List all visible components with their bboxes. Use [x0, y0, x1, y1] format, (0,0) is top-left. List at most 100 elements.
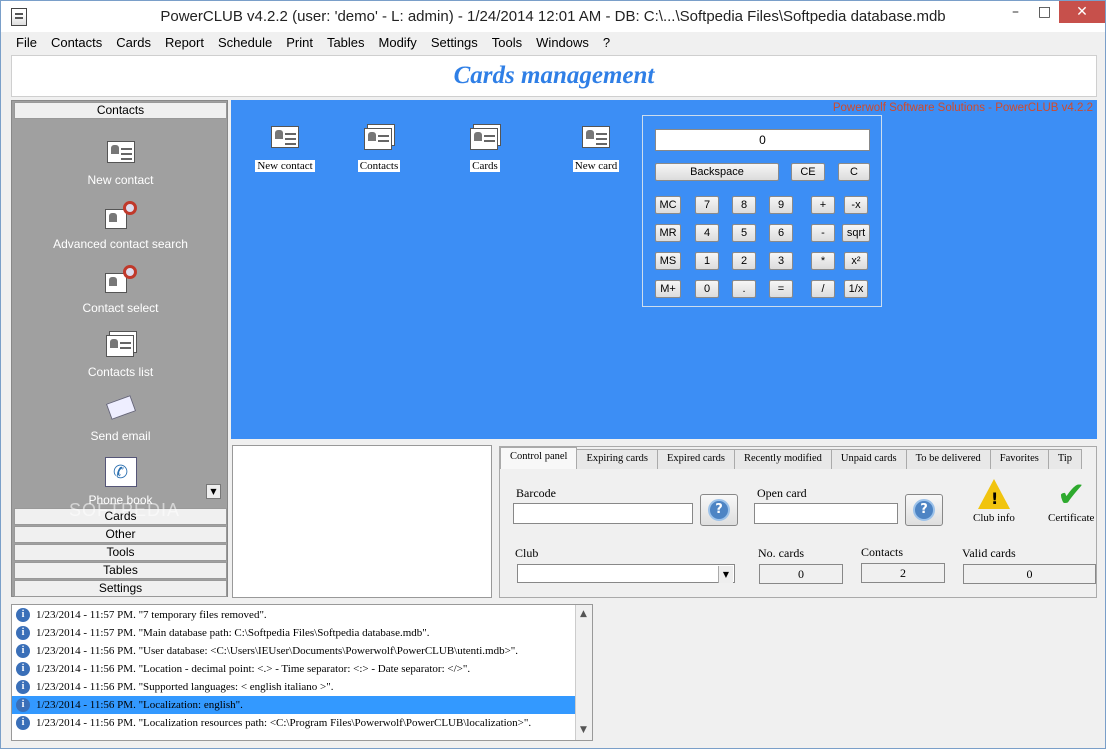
calc-5-button[interactable]: 5 [732, 224, 756, 242]
tab-tip[interactable]: Tip [1047, 449, 1083, 469]
event-log[interactable]: i 1/23/2014 - 11:57 PM. "7 temporary fil… [11, 604, 593, 741]
menu-file[interactable]: File [9, 35, 44, 50]
shortcut-cards[interactable]: Cards [440, 122, 530, 172]
menu-print[interactable]: Print [279, 35, 320, 50]
calc-7-button[interactable]: 7 [695, 196, 719, 214]
calc-ms-button[interactable]: MS [655, 252, 681, 270]
open-card-help-button[interactable]: ? [905, 494, 943, 526]
calc-0-button[interactable]: 0 [695, 280, 719, 298]
calc-mplus-button[interactable]: M+ [655, 280, 681, 298]
no-cards-label: No. cards [758, 546, 804, 560]
tab-to-be-delivered[interactable]: To be delivered [905, 449, 991, 469]
title-bar: PowerCLUB v4.2.2 (user: 'demo' - L: admi… [1, 1, 1105, 32]
sidebar-item-contacts-list[interactable]: Contacts list [12, 329, 229, 379]
phone-book-icon: ✆ [104, 457, 137, 487]
calc-8-button[interactable]: 8 [732, 196, 756, 214]
open-card-label: Open card [757, 486, 807, 500]
window-title: PowerCLUB v4.2.2 (user: 'demo' - L: admi… [160, 8, 946, 25]
shortcut-new-card[interactable]: New card [551, 122, 641, 172]
sidebar-item-contact-select[interactable]: Contact select [12, 265, 229, 315]
barcode-input[interactable] [513, 503, 693, 524]
calc-divide-button[interactable]: / [811, 280, 835, 298]
tab-recently-modified[interactable]: Recently modified [734, 449, 832, 469]
menu-tools[interactable]: Tools [485, 35, 529, 50]
menu-schedule[interactable]: Schedule [211, 35, 279, 50]
sidebar-group-settings[interactable]: Settings [14, 580, 227, 597]
log-row[interactable]: i 1/23/2014 - 11:56 PM. "Supported langu… [12, 678, 576, 696]
calc-1-button[interactable]: 1 [695, 252, 719, 270]
calc-sqrt-button[interactable]: sqrt [842, 224, 870, 242]
tab-control-panel[interactable]: Control panel [500, 447, 578, 469]
log-row[interactable]: i 1/23/2014 - 11:56 PM. "User database: … [12, 642, 576, 660]
sidebar-item-label: Advanced contact search [53, 237, 188, 251]
calc-6-button[interactable]: 6 [769, 224, 793, 242]
menu-modify[interactable]: Modify [372, 35, 424, 50]
sidebar: Contacts New contact Advanced contact se… [11, 100, 228, 597]
menu-windows[interactable]: Windows [529, 35, 596, 50]
sidebar-item-new-contact[interactable]: New contact [12, 137, 229, 187]
menu-tables[interactable]: Tables [320, 35, 372, 50]
calc-mc-button[interactable]: MC [655, 196, 681, 214]
club-select[interactable]: ▼ [517, 564, 735, 583]
sidebar-group-other[interactable]: Other [14, 526, 227, 543]
shortcut-contacts[interactable]: Contacts [334, 122, 424, 172]
menu-help[interactable]: ? [596, 35, 617, 50]
menu-cards[interactable]: Cards [109, 35, 158, 50]
sidebar-group-tables[interactable]: Tables [14, 562, 227, 579]
info-icon: i [16, 608, 30, 622]
calc-backspace-button[interactable]: Backspace [655, 163, 779, 181]
calc-reciprocal-button[interactable]: 1/x [844, 280, 868, 298]
close-button[interactable]: ✕ [1059, 1, 1105, 23]
log-scrollbar[interactable]: ▲ ▼ [575, 605, 592, 740]
calc-9-button[interactable]: 9 [769, 196, 793, 214]
calc-decimal-button[interactable]: . [732, 280, 756, 298]
sidebar-group-tools[interactable]: Tools [14, 544, 227, 561]
calc-multiply-button[interactable]: * [811, 252, 835, 270]
info-icon: i [16, 698, 30, 712]
log-text: 1/23/2014 - 11:56 PM. "User database: <C… [36, 645, 519, 657]
scroll-down-icon[interactable]: ▼ [580, 725, 587, 735]
contact-card-icon [269, 122, 301, 152]
log-row[interactable]: i 1/23/2014 - 11:57 PM. "Main database p… [12, 624, 576, 642]
calc-c-button[interactable]: C [838, 163, 870, 181]
open-card-input[interactable] [754, 503, 898, 524]
menu-report[interactable]: Report [158, 35, 211, 50]
chevron-down-icon[interactable]: ▼ [718, 566, 733, 583]
log-row[interactable]: i 1/23/2014 - 11:56 PM. "Location - deci… [12, 660, 576, 678]
barcode-help-button[interactable]: ? [700, 494, 738, 526]
calc-ce-button[interactable]: CE [791, 163, 825, 181]
sidebar-item-send-email[interactable]: Send email [12, 393, 229, 443]
menu-settings[interactable]: Settings [424, 35, 485, 50]
log-row[interactable]: i 1/23/2014 - 11:56 PM. "Localization re… [12, 714, 576, 732]
minimize-button[interactable]: – [1001, 1, 1030, 23]
calc-4-button[interactable]: 4 [695, 224, 719, 242]
scroll-up-icon[interactable]: ▲ [580, 609, 587, 619]
menu-contacts[interactable]: Contacts [44, 35, 109, 50]
tab-favorites[interactable]: Favorites [989, 449, 1049, 469]
calc-square-button[interactable]: x² [844, 252, 868, 270]
preview-panel [232, 445, 492, 598]
calc-2-button[interactable]: 2 [732, 252, 756, 270]
calc-mr-button[interactable]: MR [655, 224, 681, 242]
calc-minus-button[interactable]: - [811, 224, 835, 242]
contacts-count-value: 2 [861, 563, 945, 583]
sidebar-scroll-down-icon[interactable]: ▼ [206, 484, 221, 499]
calc-3-button[interactable]: 3 [769, 252, 793, 270]
log-row-selected[interactable]: i 1/23/2014 - 11:56 PM. "Localization: e… [12, 696, 576, 714]
shortcut-label: New card [572, 160, 620, 172]
calc-equals-button[interactable]: = [769, 280, 793, 298]
calc-negate-button[interactable]: -x [844, 196, 868, 214]
tab-unpaid-cards[interactable]: Unpaid cards [830, 449, 907, 469]
contacts-list-icon [105, 329, 137, 359]
shortcut-new-contact[interactable]: New contact [240, 122, 330, 172]
sidebar-group-contacts[interactable]: Contacts [14, 102, 227, 119]
contacts-count-label: Contacts [861, 545, 903, 559]
log-row[interactable]: i 1/23/2014 - 11:57 PM. "7 temporary fil… [12, 606, 576, 624]
tab-expiring-cards[interactable]: Expiring cards [576, 449, 658, 469]
valid-cards-label: Valid cards [962, 546, 1016, 560]
page-title: Cards management [453, 62, 655, 89]
sidebar-item-advanced-search[interactable]: Advanced contact search [12, 201, 229, 251]
maximize-button[interactable]: □ [1030, 1, 1059, 23]
tab-expired-cards[interactable]: Expired cards [656, 449, 736, 469]
calc-plus-button[interactable]: + [811, 196, 835, 214]
